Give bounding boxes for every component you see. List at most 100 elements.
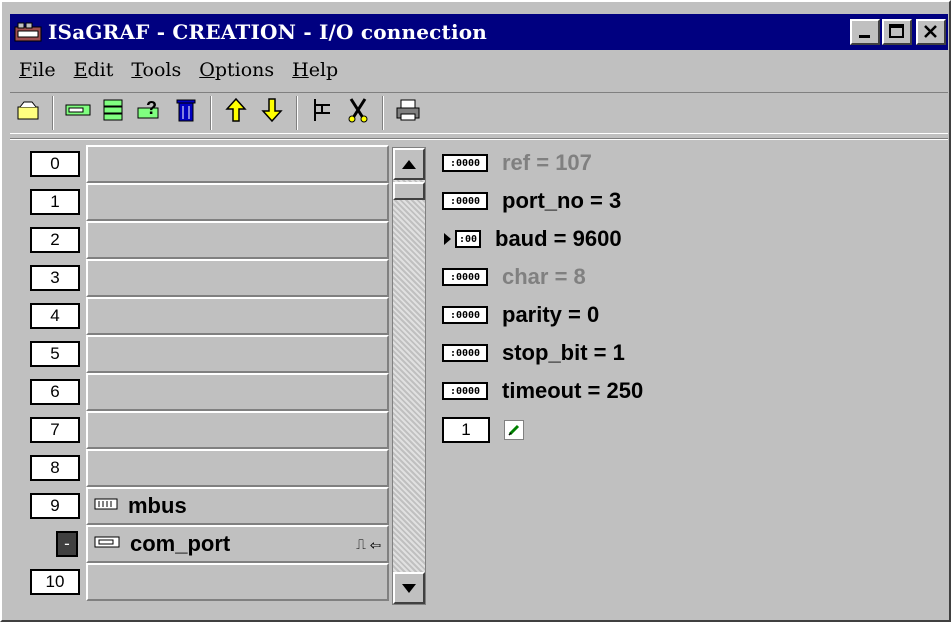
register-icon: :0000 (442, 382, 488, 400)
param-text: stop_bit = 1 (502, 340, 625, 365)
title-bar[interactable]: ISaGRAF - CREATION - I/O connection (10, 14, 948, 50)
arrow-down-icon (402, 583, 416, 593)
slot-field[interactable]: mbus (86, 487, 389, 525)
register-icon: :0000 (442, 344, 488, 362)
slot-number[interactable]: 9 (30, 493, 80, 519)
maximize-button[interactable] (882, 19, 912, 45)
slot-field[interactable] (86, 563, 389, 601)
board-stack-icon (100, 98, 128, 128)
move-up-icon (225, 97, 247, 129)
menu-bar: File Edit Tools Options Help (10, 52, 948, 88)
slot-row[interactable]: 10 (22, 563, 390, 601)
vertical-scrollbar[interactable] (392, 147, 426, 605)
slot-number[interactable]: - (56, 531, 78, 557)
scroll-down-button[interactable] (393, 572, 425, 604)
slot-number[interactable]: 3 (30, 265, 80, 291)
slot-field[interactable] (86, 449, 389, 487)
edit-pencil-icon[interactable] (504, 420, 524, 440)
scroll-up-button[interactable] (393, 148, 425, 180)
slot-field[interactable] (86, 259, 389, 297)
tree-icon (310, 97, 334, 129)
board-stack-button[interactable] (100, 99, 128, 127)
slot-row[interactable]: 8 (22, 449, 390, 487)
menu-edit[interactable]: Edit (65, 59, 123, 81)
register-icon: :0000 (442, 154, 488, 172)
slot-field[interactable] (86, 373, 389, 411)
slot-label: mbus (128, 493, 187, 518)
slot-field[interactable] (86, 411, 389, 449)
param-text: port_no = 3 (502, 188, 622, 213)
menu-file[interactable]: File (10, 59, 65, 81)
slot-number[interactable]: 2 (30, 227, 80, 253)
board-help-button[interactable]: ? (136, 98, 164, 128)
app-icon (14, 21, 42, 43)
param-row[interactable]: :0000 ref = 107 (434, 145, 592, 181)
register-icon: :0000 (442, 192, 488, 210)
slot-field[interactable] (86, 221, 389, 259)
open-board-button[interactable] (14, 99, 42, 127)
slot-field[interactable] (86, 335, 389, 373)
param-row[interactable]: :0000 stop_bit = 1 (434, 335, 625, 371)
slot-row[interactable]: 9 mbus (22, 487, 390, 525)
board-icon (88, 497, 120, 516)
cut-icon (346, 97, 370, 129)
board-connect-button[interactable] (64, 99, 92, 127)
slot-row[interactable]: 2 (22, 221, 390, 259)
scroll-thumb[interactable] (393, 182, 425, 200)
board-help-icon: ? (136, 98, 164, 128)
slot-list: 0 1 2 3 4 5 6 7 8 9 mbus - com_port ⎍ ⇦ 10 (22, 145, 390, 605)
slot-number[interactable]: 8 (30, 455, 80, 481)
board-connect-icon (64, 99, 92, 127)
toolbar-separator (382, 96, 384, 130)
param-text: parity = 0 (502, 302, 600, 327)
print-button[interactable] (394, 99, 422, 127)
slot-number[interactable]: 4 (30, 303, 80, 329)
param-row[interactable]: :0000 port_no = 3 (434, 183, 621, 219)
register-icon: :00 (455, 230, 481, 248)
slot-field[interactable] (86, 145, 389, 183)
slot-number[interactable]: 6 (30, 379, 80, 405)
slot-field[interactable]: com_port ⎍ ⇦ (86, 525, 389, 563)
tree-button[interactable] (308, 99, 336, 127)
move-up-button[interactable] (222, 97, 250, 129)
slot-field[interactable] (86, 183, 389, 221)
arrow-up-icon (402, 159, 416, 169)
slot-row[interactable]: 4 (22, 297, 390, 335)
window-title: ISaGRAF - CREATION - I/O connection (48, 20, 488, 44)
slot-row[interactable]: 6 (22, 373, 390, 411)
main-window: ISaGRAF - CREATION - I/O connection File… (0, 0, 951, 622)
slot-number[interactable]: 10 (30, 569, 80, 595)
menu-tools[interactable]: Tools (122, 59, 190, 81)
menu-options[interactable]: Options (190, 59, 283, 81)
slot-row[interactable]: 3 (22, 259, 390, 297)
move-down-button[interactable] (258, 98, 286, 127)
close-button[interactable] (916, 19, 946, 45)
toolbar-separator (296, 96, 298, 130)
slot-number[interactable]: 0 (30, 151, 80, 177)
slot-number[interactable]: 5 (30, 341, 80, 367)
selection-arrow-icon (444, 233, 451, 245)
param-row[interactable]: :0000 char = 8 (434, 259, 586, 295)
toolbar-separator (210, 96, 212, 130)
trash-button[interactable] (172, 99, 200, 127)
param-row[interactable]: :00 baud = 9600 (434, 221, 622, 257)
minimize-button[interactable] (850, 19, 880, 45)
slot-number[interactable]: 7 (30, 417, 80, 443)
param-row[interactable]: :0000 timeout = 250 (434, 373, 643, 409)
print-icon (395, 98, 421, 128)
menu-help[interactable]: Help (283, 59, 347, 81)
slot-row[interactable]: 5 (22, 335, 390, 373)
trash-icon (175, 97, 197, 129)
toolbar: ? (10, 92, 948, 134)
slot-row[interactable]: 1 (22, 183, 390, 221)
cut-button[interactable] (344, 97, 372, 129)
param-row[interactable]: :0000 parity = 0 (434, 297, 599, 333)
slot-field[interactable] (86, 297, 389, 335)
slot-row[interactable]: 0 (22, 145, 390, 183)
register-icon: :0000 (442, 268, 488, 286)
channel-number[interactable]: 1 (442, 417, 490, 443)
slot-row[interactable]: 7 (22, 411, 390, 449)
port-icon (88, 535, 122, 554)
slot-row[interactable]: - com_port ⎍ ⇦ (22, 525, 390, 563)
slot-number[interactable]: 1 (30, 189, 80, 215)
